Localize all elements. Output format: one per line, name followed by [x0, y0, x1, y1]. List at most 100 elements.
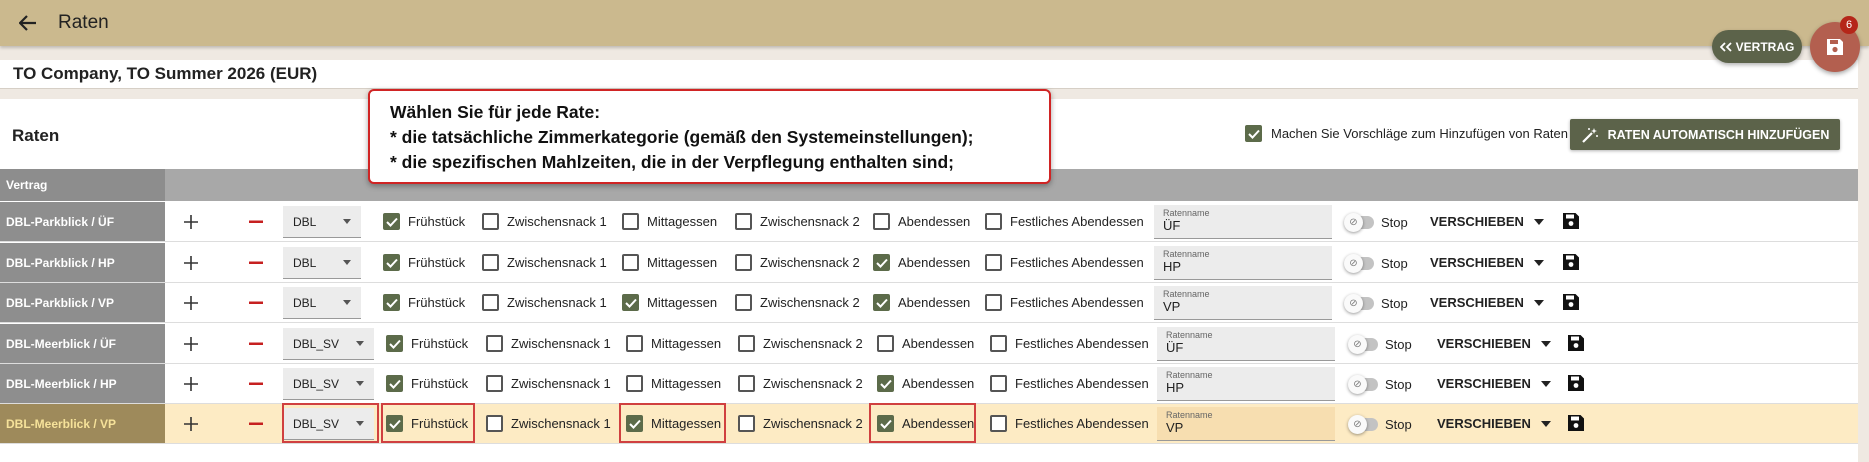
save-row-button[interactable] — [1563, 213, 1581, 231]
remove-rate-button[interactable] — [243, 250, 269, 276]
meal-checkbox[interactable]: Mittagessen — [622, 213, 717, 230]
stop-label: Stop — [1381, 256, 1408, 271]
stop-toggle[interactable]: ⊘ — [1348, 375, 1378, 394]
remove-rate-button[interactable] — [243, 371, 269, 397]
add-rate-button[interactable] — [178, 331, 204, 357]
move-dropdown[interactable]: VERSCHIEBEN — [1430, 214, 1544, 229]
help-tooltip: Wählen Sie für jede Rate: * die tatsächl… — [368, 89, 1051, 184]
auto-add-rates-button[interactable]: RATEN AUTOMATISCH HINZUFÜGEN — [1570, 119, 1840, 150]
add-rate-button[interactable] — [178, 250, 204, 276]
remove-rate-button[interactable] — [243, 411, 269, 437]
suggest-rates-checkbox[interactable]: Machen Sie Vorschläge zum Hinzufügen von… — [1245, 125, 1568, 142]
caret-down-icon — [1533, 259, 1544, 266]
meal-checkbox[interactable]: Zwischensnack 2 — [738, 415, 863, 432]
meal-checkbox[interactable]: Zwischensnack 1 — [486, 335, 611, 352]
checkbox-icon — [482, 254, 499, 271]
meal-checkbox[interactable]: Frühstück — [383, 294, 465, 311]
meal-checkbox[interactable]: Frühstück — [386, 335, 468, 352]
plus-icon — [184, 377, 198, 391]
room-category-select[interactable]: DBL_SV — [283, 328, 374, 360]
add-rate-button[interactable] — [178, 411, 204, 437]
table-row: DBL-Parkblick / HP DBL Frühstück Zwischensn… — [0, 243, 1858, 283]
meal-checkbox[interactable]: Abendessen — [873, 254, 970, 271]
meal-checkbox[interactable]: Abendessen — [877, 415, 974, 432]
double-chevron-left-icon — [1719, 41, 1732, 52]
meal-checkbox[interactable]: Frühstück — [386, 375, 468, 392]
meal-checkbox[interactable]: Mittagessen — [622, 294, 717, 311]
save-row-button[interactable] — [1568, 375, 1586, 393]
auto-add-rates-label: RATEN AUTOMATISCH HINZUFÜGEN — [1607, 127, 1830, 142]
meal-checkbox[interactable]: Zwischensnack 1 — [482, 294, 607, 311]
rate-name-field[interactable]: Ratenname ÜF — [1154, 205, 1332, 239]
room-category-select[interactable]: DBL_SV — [283, 368, 374, 400]
meal-checkbox[interactable]: Festliches Abendessen — [985, 213, 1144, 230]
move-dropdown[interactable]: VERSCHIEBEN — [1430, 295, 1544, 310]
rate-name-field[interactable]: Ratenname HP — [1157, 367, 1335, 401]
meal-checkbox[interactable]: Festliches Abendessen — [990, 375, 1149, 392]
meal-label: Festliches Abendessen — [1010, 214, 1144, 229]
rate-name-label: Ratenname — [1163, 249, 1210, 259]
add-rate-button[interactable] — [178, 290, 204, 316]
stop-toggle[interactable]: ⊘ — [1344, 213, 1374, 232]
meal-label: Zwischensnack 1 — [511, 376, 611, 391]
add-rate-button[interactable] — [178, 209, 204, 235]
move-dropdown[interactable]: VERSCHIEBEN — [1437, 376, 1551, 391]
table-row: DBL-Parkblick / VP DBL Frühstück Zwischensn… — [0, 283, 1858, 323]
meal-checkbox[interactable]: Frühstück — [383, 254, 465, 271]
meal-checkbox[interactable]: Zwischensnack 2 — [738, 375, 863, 392]
meal-checkbox[interactable]: Zwischensnack 2 — [735, 294, 860, 311]
meal-checkbox[interactable]: Abendessen — [877, 335, 974, 352]
save-row-button[interactable] — [1563, 254, 1581, 272]
meal-checkbox[interactable]: Zwischensnack 2 — [735, 213, 860, 230]
move-dropdown[interactable]: VERSCHIEBEN — [1437, 416, 1551, 431]
stop-toggle[interactable]: ⊘ — [1348, 415, 1378, 434]
rate-name-field[interactable]: Ratenname ÜF — [1157, 327, 1335, 361]
room-category-select[interactable]: DBL — [283, 247, 361, 279]
stop-toggle[interactable]: ⊘ — [1348, 335, 1378, 354]
save-row-button[interactable] — [1568, 415, 1586, 433]
meal-checkbox[interactable]: Frühstück — [386, 415, 468, 432]
checkbox-icon — [626, 415, 643, 432]
remove-rate-button[interactable] — [243, 331, 269, 357]
caret-down-icon — [1533, 299, 1544, 306]
meal-checkbox[interactable]: Festliches Abendessen — [990, 335, 1149, 352]
remove-rate-button[interactable] — [243, 209, 269, 235]
save-row-button[interactable] — [1568, 335, 1586, 353]
meal-checkbox[interactable]: Mittagessen — [626, 375, 721, 392]
rate-name-field[interactable]: Ratenname VP — [1157, 407, 1335, 441]
room-category-select[interactable]: DBL — [283, 206, 361, 238]
meal-checkbox[interactable]: Festliches Abendessen — [985, 254, 1144, 271]
rate-name-field[interactable]: Ratenname HP — [1154, 246, 1332, 280]
room-category-select[interactable]: DBL — [283, 287, 361, 319]
meal-checkbox[interactable]: Festliches Abendessen — [990, 415, 1149, 432]
meal-checkbox[interactable]: Zwischensnack 1 — [486, 375, 611, 392]
move-dropdown[interactable]: VERSCHIEBEN — [1430, 255, 1544, 270]
meal-checkbox[interactable]: Zwischensnack 1 — [482, 254, 607, 271]
add-rate-button[interactable] — [178, 371, 204, 397]
back-arrow-icon[interactable] — [14, 9, 42, 37]
meal-checkbox[interactable]: Mittagessen — [626, 335, 721, 352]
meal-checkbox[interactable]: Abendessen — [873, 213, 970, 230]
rate-name-field[interactable]: Ratenname VP — [1154, 286, 1332, 320]
stop-toggle[interactable]: ⊘ — [1344, 294, 1374, 313]
meal-checkbox[interactable]: Zwischensnack 2 — [738, 335, 863, 352]
checkbox-icon — [735, 213, 752, 230]
meal-checkbox[interactable]: Zwischensnack 1 — [482, 213, 607, 230]
remove-rate-button[interactable] — [243, 290, 269, 316]
vertrag-button[interactable]: VERTRAG — [1712, 30, 1802, 63]
stop-label: Stop — [1385, 377, 1412, 392]
meal-checkbox[interactable]: Mittagessen — [622, 254, 717, 271]
stop-toggle[interactable]: ⊘ — [1344, 254, 1374, 273]
save-row-button[interactable] — [1563, 294, 1581, 312]
meal-checkbox[interactable]: Festliches Abendessen — [985, 294, 1144, 311]
meal-checkbox[interactable]: Abendessen — [877, 375, 974, 392]
meal-checkbox[interactable]: Zwischensnack 1 — [486, 415, 611, 432]
row-label: DBL-Parkblick / VP — [0, 283, 165, 322]
meal-checkbox[interactable]: Zwischensnack 2 — [735, 254, 860, 271]
room-category-select[interactable]: DBL_SV — [283, 408, 374, 440]
move-dropdown[interactable]: VERSCHIEBEN — [1437, 336, 1551, 351]
meal-checkbox[interactable]: Mittagessen — [626, 415, 721, 432]
meal-label: Frühstück — [408, 295, 466, 310]
meal-checkbox[interactable]: Abendessen — [873, 294, 970, 311]
meal-checkbox[interactable]: Frühstück — [383, 213, 465, 230]
